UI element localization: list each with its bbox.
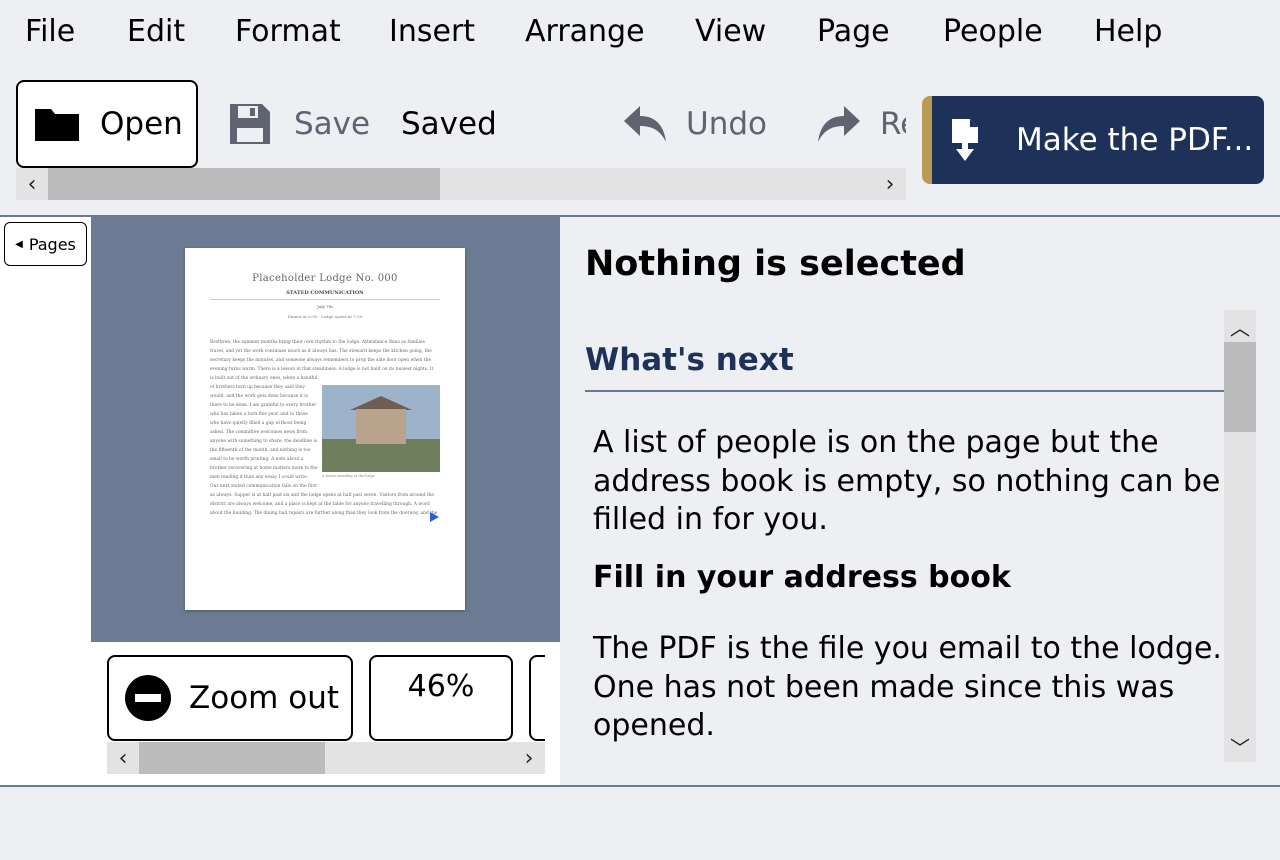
preview-image[interactable] bbox=[322, 385, 440, 472]
save-button-label: Save bbox=[294, 106, 371, 142]
saved-status: Saved bbox=[401, 106, 497, 142]
scrollbar-thumb[interactable] bbox=[1224, 342, 1256, 432]
menu-page[interactable]: Page bbox=[817, 14, 890, 50]
undo-button[interactable]: Undo bbox=[622, 80, 767, 168]
page-thumbnail[interactable]: Placeholder Lodge No. 000 STATED COMMUNI… bbox=[185, 248, 465, 610]
toolbar-scrollbar[interactable]: ‹ › bbox=[16, 168, 906, 200]
preview-image-caption: A house standing at the lodge bbox=[322, 474, 375, 478]
menu-format[interactable]: Format bbox=[235, 14, 341, 50]
undo-button-label: Undo bbox=[686, 106, 767, 142]
make-pdf-label: Make the PDF... bbox=[1016, 122, 1254, 158]
redo-arrow-icon bbox=[818, 106, 860, 142]
menu-view[interactable]: View bbox=[695, 14, 766, 50]
redo-button-label: Re bbox=[880, 106, 906, 142]
image-roof bbox=[350, 396, 412, 410]
zoom-in-button[interactable] bbox=[529, 655, 545, 741]
address-book-message: A list of people is on the page but the … bbox=[593, 425, 1221, 537]
menu-bar: File Edit Format Insert Arrange View Pag… bbox=[0, 0, 1280, 64]
preview-paragraph-bottom: as always. Supper is at half past six an… bbox=[210, 493, 438, 516]
fill-address-book-heading: Fill in your address book bbox=[593, 560, 1011, 595]
scroll-left-icon[interactable]: ‹ bbox=[107, 742, 139, 774]
caret-left-icon: ◀ bbox=[15, 238, 23, 250]
minus-circle-icon bbox=[125, 675, 171, 721]
whats-next-divider bbox=[585, 390, 1225, 392]
scroll-down-icon[interactable]: ﹀ bbox=[1224, 730, 1256, 762]
scroll-up-icon[interactable]: ︿ bbox=[1224, 310, 1256, 342]
save-button[interactable]: Save bbox=[228, 80, 370, 168]
menu-insert[interactable]: Insert bbox=[389, 14, 475, 50]
open-button[interactable]: Open bbox=[16, 80, 198, 168]
zoom-toolbar: Zoom out 46% bbox=[107, 652, 545, 744]
preview-title: Placeholder Lodge No. 000 bbox=[252, 273, 398, 284]
panel-scrollbar[interactable]: ︿ ﹀ bbox=[1224, 310, 1256, 762]
preview-subtitle: STATED COMMUNICATION bbox=[286, 290, 364, 296]
scrollbar-thumb[interactable] bbox=[48, 168, 440, 200]
scroll-left-icon[interactable]: ‹ bbox=[16, 168, 48, 200]
zoom-out-label: Zoom out bbox=[189, 680, 339, 716]
preview-rule bbox=[210, 299, 440, 300]
menu-arrange[interactable]: Arrange bbox=[525, 14, 645, 50]
selection-heading: Nothing is selected bbox=[585, 244, 966, 284]
pdf-download-icon bbox=[952, 119, 978, 161]
scroll-right-icon[interactable]: › bbox=[513, 742, 545, 774]
toolbar: Open Save Saved Undo Re bbox=[16, 76, 906, 170]
menu-edit[interactable]: Edit bbox=[127, 14, 185, 50]
image-house bbox=[356, 409, 406, 444]
preview-paragraph-top: Brethren, the summer months bring their … bbox=[210, 340, 434, 372]
scrollbar-thumb[interactable] bbox=[139, 742, 325, 774]
whats-next-heading: What's next bbox=[585, 342, 794, 378]
menu-file[interactable]: File bbox=[25, 14, 75, 50]
redo-button[interactable]: Re bbox=[816, 80, 906, 168]
make-pdf-button[interactable]: Make the PDF... bbox=[922, 96, 1264, 184]
scroll-right-icon[interactable]: › bbox=[874, 168, 906, 200]
menu-help[interactable]: Help bbox=[1094, 14, 1162, 50]
floppy-disk-icon bbox=[230, 104, 270, 144]
menu-people[interactable]: People bbox=[943, 14, 1043, 50]
panel-scroll-content: What's next A list of people is on the p… bbox=[585, 310, 1225, 762]
folder-icon bbox=[35, 109, 79, 141]
status-bar bbox=[0, 787, 1280, 860]
preview-paragraph-left: is built out of the ordinary ones, when … bbox=[210, 376, 318, 489]
open-button-label: Open bbox=[100, 106, 183, 142]
zoom-level-button[interactable]: 46% bbox=[369, 655, 513, 741]
preview-dinner-line: Dinner at 6:30 · Lodge opens at 7:30 bbox=[287, 314, 363, 319]
undo-arrow-icon bbox=[624, 106, 666, 142]
pages-button-label: Pages bbox=[28, 234, 76, 254]
play-marker-icon[interactable] bbox=[430, 512, 439, 522]
pages-toggle-button[interactable]: ◀ Pages bbox=[4, 222, 87, 266]
pdf-message: The PDF is the file you email to the lod… bbox=[593, 631, 1222, 743]
zoom-out-button[interactable]: Zoom out bbox=[107, 655, 353, 741]
zoom-toolbar-scrollbar[interactable]: ‹ › bbox=[107, 742, 545, 774]
preview-date: July 7th bbox=[317, 304, 333, 309]
